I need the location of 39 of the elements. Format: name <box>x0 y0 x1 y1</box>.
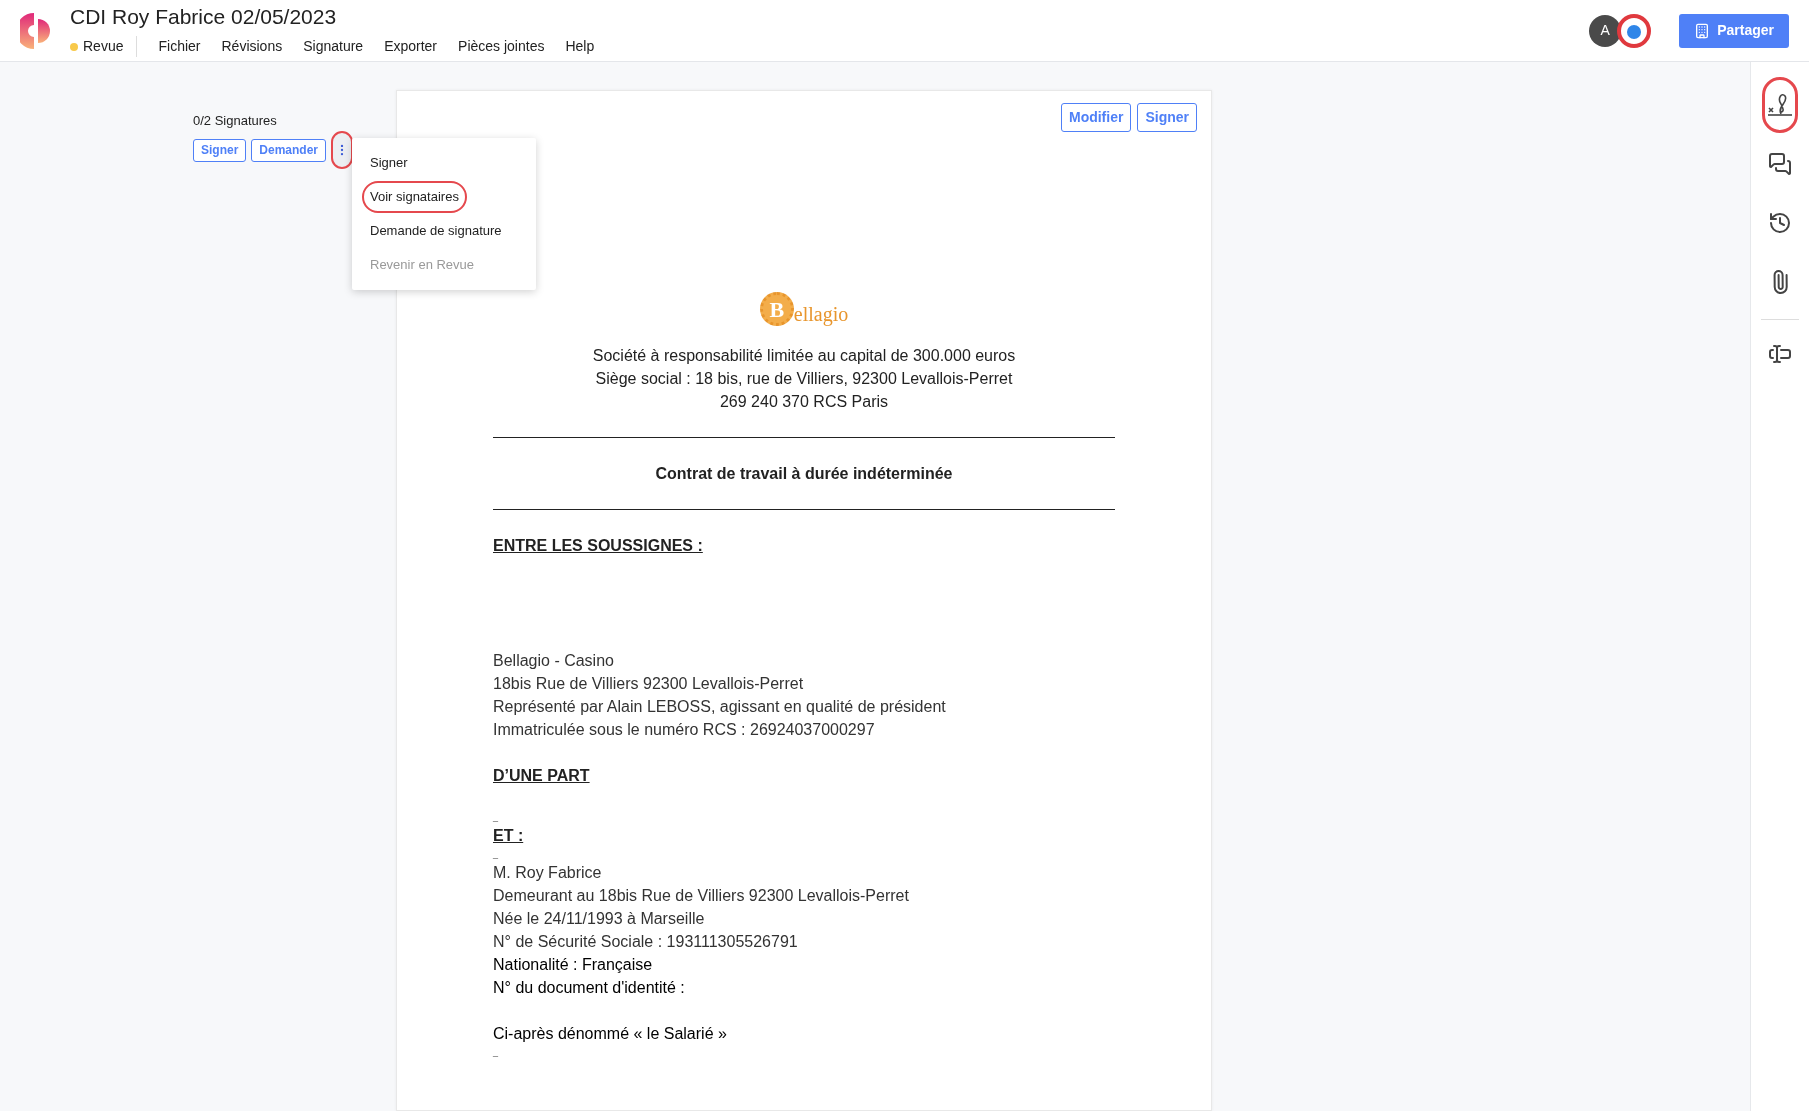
dropdown-item[interactable]: Voir signataires <box>362 181 467 213</box>
header-text: 269 240 370 RCS Paris <box>718 392 890 412</box>
section-heading: ENTRE LES SOUSSIGNES : <box>493 537 703 554</box>
document-title: Contrat de travail à durée indéterminée <box>654 464 954 484</box>
signature-action-button[interactable]: Demander <box>251 138 327 162</box>
paragraph-line: Née le 24/11/1993 à Marseille <box>493 910 705 927</box>
document-action-button[interactable]: Modifier <box>1060 103 1132 132</box>
share-button[interactable]: Partager <box>1679 13 1789 48</box>
paragraph-line: Immatriculée sous le numéro RCS : 26924037000297 <box>493 721 875 738</box>
underscore-mark: _ <box>493 1047 498 1057</box>
paragraph-line: Ci-après dénommé « le Salarié » <box>493 1025 727 1042</box>
status-label: Revue <box>83 37 124 56</box>
menu-item[interactable]: Signature <box>303 36 364 57</box>
header-text: Société à responsabilité limitée au capital de 300.000 euros <box>591 346 1017 366</box>
menu-item[interactable]: Pièces jointes <box>458 36 545 57</box>
section-heading: D’UNE PART <box>493 767 590 784</box>
paragraph-line: Représenté par Alain LEBOSS, agissant en qualité de président <box>493 698 946 715</box>
dropdown-item[interactable]: Signer <box>362 147 416 179</box>
section-heading: ET : <box>493 827 524 844</box>
document-action-button[interactable]: Signer <box>1137 103 1197 132</box>
dropdown-item[interactable]: Demande de signature <box>362 215 510 247</box>
paragraph-line: Nationalité : Française <box>493 956 653 973</box>
menu-item[interactable]: Révisions <box>221 36 283 57</box>
menu-item[interactable]: Fichier <box>158 36 201 57</box>
paragraph-line: Bellagio - Casino <box>493 652 614 669</box>
paragraph-line: N° de Sécurité Sociale : 193111305526791 <box>493 933 798 950</box>
underscore-mark: _ <box>493 812 498 822</box>
signature-count: 0/2 Signatures <box>193 112 278 130</box>
menu-item[interactable]: Help <box>565 36 595 57</box>
underscore-mark: _ <box>493 849 498 859</box>
menu-item[interactable]: Exporter <box>384 36 438 57</box>
signature-action-button[interactable]: Signer <box>193 138 247 162</box>
header-text: Siège social : 18 bis, rue de Villiers, 92300 Levallois-Perret <box>594 369 1014 389</box>
paragraph-line: N° du document d'identité : <box>493 979 685 996</box>
paragraph-line: Demeurant au 18bis Rue de Villiers 92300 Levallois-Perret <box>493 887 909 904</box>
paragraph-line: M. Roy Fabrice <box>493 864 602 881</box>
document-name: CDI Roy Fabrice 02/05/2023 <box>70 4 338 30</box>
company-logo: B ellagio <box>759 292 849 326</box>
paragraph-line: 18bis Rue de Villiers 92300 Levallois-Perret <box>493 675 804 692</box>
